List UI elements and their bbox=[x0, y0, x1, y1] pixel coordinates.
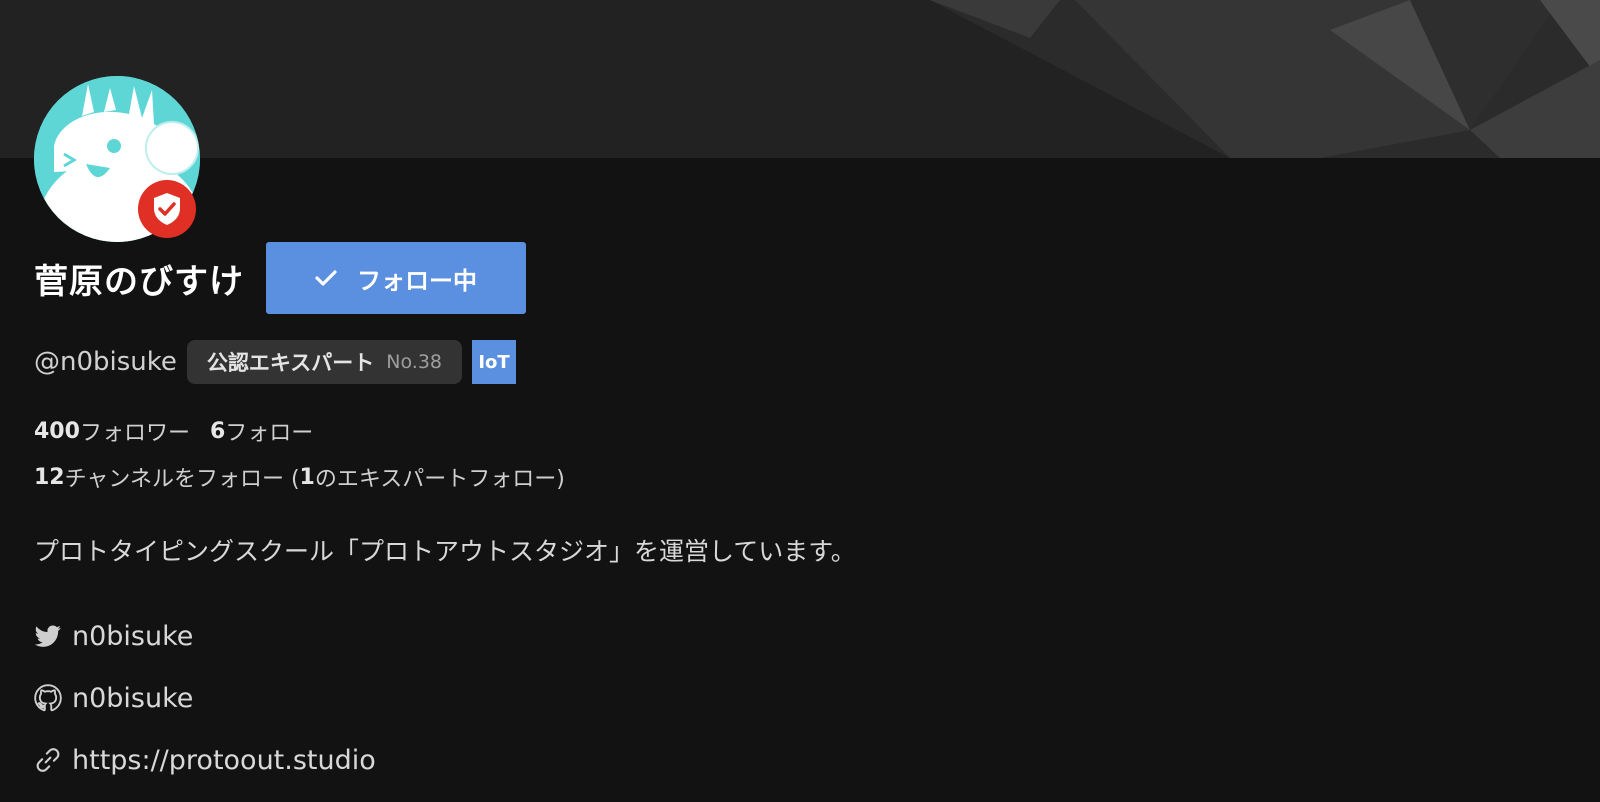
name-row: 菅原のびすけ フォロー中 bbox=[34, 242, 526, 314]
expert-badge[interactable]: 公認エキスパート No.38 bbox=[186, 340, 463, 384]
user-name: 菅原のびすけ bbox=[34, 261, 244, 302]
website-link[interactable]: https://protoout.studio bbox=[34, 740, 376, 780]
profile-bio: プロトタイピングスクール「プロトアウトスタジオ」を運営しています。 bbox=[34, 537, 856, 566]
following-count[interactable]: 6 bbox=[210, 419, 225, 444]
check-icon bbox=[315, 269, 337, 287]
handle-row: @n0bisuke 公認エキスパート No.38 IoT bbox=[34, 340, 517, 384]
cover-image bbox=[0, 0, 1600, 158]
shield-check-icon bbox=[154, 193, 180, 225]
topic-tag-iot[interactable]: IoT bbox=[472, 340, 517, 384]
github-username: n0bisuke bbox=[72, 682, 194, 714]
followers-label[interactable]: フォロワー bbox=[80, 415, 190, 447]
profile-page: 菅原のびすけ フォロー中 @n0bisuke 公認エキスパート No.38 Io… bbox=[0, 0, 1600, 802]
expert-follow-count[interactable]: 1 bbox=[300, 465, 315, 490]
following-button-label: フォロー中 bbox=[357, 266, 477, 295]
github-icon bbox=[34, 684, 62, 712]
twitter-link[interactable]: n0bisuke bbox=[34, 616, 193, 656]
github-link[interactable]: n0bisuke bbox=[34, 678, 193, 718]
following-button[interactable]: フォロー中 bbox=[266, 242, 526, 314]
following-label[interactable]: フォロー bbox=[225, 415, 313, 447]
follow-stats: 400 フォロワー 6 フォロー bbox=[34, 414, 313, 448]
twitter-username: n0bisuke bbox=[72, 620, 194, 652]
channel-stats: 12 チャンネルをフォロー ( 1 のエキスパートフォロー) bbox=[34, 460, 565, 494]
twitter-icon bbox=[34, 622, 62, 650]
channels-label[interactable]: チャンネルをフォロー ( bbox=[65, 461, 300, 493]
cover-pattern bbox=[930, 0, 1600, 158]
user-handle: @n0bisuke bbox=[34, 347, 177, 377]
website-url: https://protoout.studio bbox=[72, 744, 376, 776]
expert-badge-label: 公認エキスパート bbox=[206, 351, 375, 375]
expert-shield-badge bbox=[138, 180, 196, 238]
channels-count[interactable]: 12 bbox=[34, 465, 65, 490]
link-icon bbox=[34, 746, 62, 774]
avatar-container bbox=[34, 76, 200, 242]
followers-count[interactable]: 400 bbox=[34, 419, 80, 444]
expert-follow-label[interactable]: のエキスパートフォロー) bbox=[315, 461, 565, 493]
expert-badge-number: No.38 bbox=[386, 351, 443, 373]
